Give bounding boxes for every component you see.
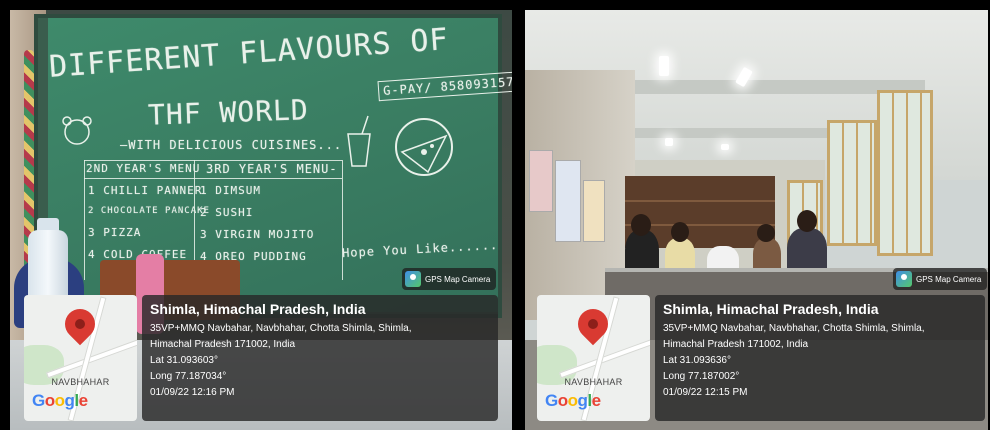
chalkboard-subtitle: THF WORLD xyxy=(147,93,310,132)
bear-doodle-icon xyxy=(62,116,92,145)
chalk-line xyxy=(84,178,342,179)
menu-item: 1 CHILLI PANNER xyxy=(88,184,203,197)
map-label: NAVBHAHAR xyxy=(564,377,623,387)
google-letter: e xyxy=(591,391,601,410)
google-letter: o xyxy=(567,391,578,410)
gps-map-camera-badge: GPS Map Camera xyxy=(402,268,497,290)
gps-camera-icon xyxy=(896,271,912,287)
google-letter: o xyxy=(44,391,55,410)
person-head xyxy=(631,214,651,236)
google-letter: e xyxy=(78,391,88,410)
chalk-line xyxy=(84,160,85,280)
google-logo: Google xyxy=(32,391,88,411)
menu-3rd-year-header: 3RD YEAR'S MENU- xyxy=(206,162,338,176)
gps-address-line2: Himachal Pradesh 171002, India xyxy=(663,339,809,350)
photo-chalkboard: DIFFERENT FLAVOURS OF THF WORLD —WITH DE… xyxy=(10,10,512,430)
gps-latitude: Lat 31.093603° xyxy=(150,355,218,366)
chalkboard-tagline: —WITH DELICIOUS CUISINES... xyxy=(120,138,343,152)
menu-2nd-year-header: 2ND YEAR'S MENU xyxy=(86,162,201,175)
chalk-line xyxy=(84,160,342,161)
gps-datetime: 01/09/22 12:16 PM xyxy=(150,387,235,398)
photo-kitchen-lab: GPS Map Camera NAVBHAHAR Google Shimla, … xyxy=(525,10,988,430)
google-letter: g xyxy=(577,391,588,410)
google-letter: o xyxy=(557,391,568,410)
gps-longitude: Long 77.187034° xyxy=(150,371,227,382)
gps-badge-label: GPS Map Camera xyxy=(425,274,491,284)
menu-item: 1 DIMSUM xyxy=(200,184,261,197)
menu-item: 3 VIRGIN MOJITO xyxy=(200,228,315,241)
gps-info-card: Shimla, Himachal Pradesh, India 35VP+MMQ… xyxy=(655,295,985,421)
google-letter: g xyxy=(64,391,75,410)
pizza-doodle-icon xyxy=(395,118,453,176)
gps-badge-label: GPS Map Camera xyxy=(916,274,982,284)
gps-camera-icon xyxy=(405,271,421,287)
gps-latitude: Lat 31.093636° xyxy=(663,355,731,366)
window xyxy=(827,120,877,246)
gps-address-line1: 35VP+MMQ Navbahar, Navbhahar, Chotta Shi… xyxy=(150,323,412,334)
wall-poster xyxy=(529,150,553,212)
gps-address-line2: Himachal Pradesh 171002, India xyxy=(150,339,296,350)
ceiling-light xyxy=(665,138,673,146)
google-letter: G xyxy=(32,391,45,410)
menu-item: 2 SUSHI xyxy=(200,206,254,219)
gps-map-camera-badge: GPS Map Camera xyxy=(893,268,988,290)
gps-city: Shimla, Himachal Pradesh, India xyxy=(663,301,879,317)
menu-item: 3 PIZZA xyxy=(88,226,142,239)
menu-item: 2 CHOCOLATE PANCAKE xyxy=(88,206,210,216)
person-head xyxy=(757,224,775,242)
ceiling-light xyxy=(721,144,729,150)
chalk-line xyxy=(342,160,343,280)
ceiling-light xyxy=(659,56,669,76)
gps-info-card: Shimla, Himachal Pradesh, India 35VP+MMQ… xyxy=(142,295,498,421)
person-head xyxy=(797,210,817,232)
map-thumbnail: NAVBHAHAR Google xyxy=(24,295,137,421)
google-logo: Google xyxy=(545,391,601,411)
person-head xyxy=(671,222,689,242)
drink-doodle-icon xyxy=(347,115,371,167)
ceiling-beam xyxy=(585,80,925,94)
shelf-divider xyxy=(625,200,775,202)
gps-address-line1: 35VP+MMQ Navbahar, Navbhahar, Chotta Shi… xyxy=(663,323,925,334)
wall-poster xyxy=(583,180,605,242)
gps-datetime: 01/09/22 12:15 PM xyxy=(663,387,748,398)
gps-longitude: Long 77.187002° xyxy=(663,371,740,382)
wall-poster xyxy=(555,160,581,242)
gps-city: Shimla, Himachal Pradesh, India xyxy=(150,301,366,317)
window xyxy=(877,90,933,256)
map-thumbnail: NAVBHAHAR Google xyxy=(537,295,650,421)
map-label: NAVBHAHAR xyxy=(51,377,110,387)
google-letter: G xyxy=(545,391,558,410)
google-letter: o xyxy=(54,391,65,410)
